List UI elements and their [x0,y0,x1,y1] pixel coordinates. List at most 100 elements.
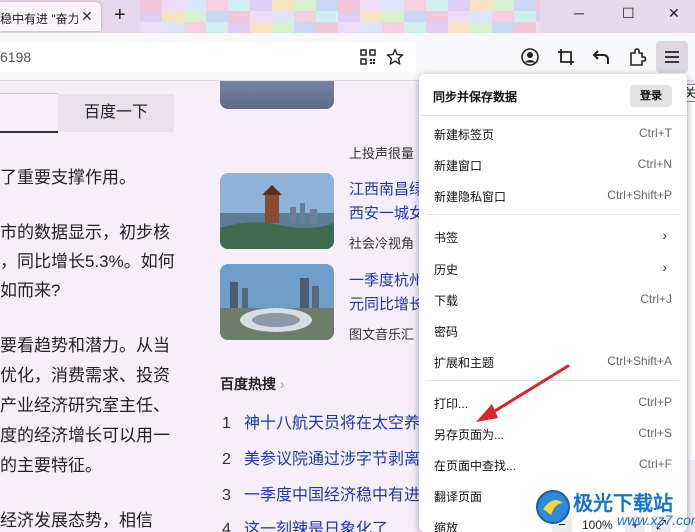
menu-item-history[interactable]: 历史 › [419,254,687,282]
hot-item[interactable]: 3 一季度中国经济稳中有进 [222,481,420,505]
app-menu-button[interactable] [656,41,688,73]
mosaic-tile [228,11,250,22]
menu-item-new-window[interactable]: 新建窗口 Ctrl+N [419,150,687,178]
account-icon[interactable] [520,47,540,67]
menu-item-save-page-as[interactable]: 另存页面为... Ctrl+S [419,419,687,447]
mosaic-tile [294,11,316,22]
news-source[interactable]: 上投声很量 [349,143,414,162]
mosaic-tile [514,0,536,11]
hot-item[interactable]: 4 这一刻辣是日象化了 [222,515,388,532]
mosaic-tile [162,22,184,33]
mosaic-tile [470,0,492,11]
mosaic-tile [294,0,316,11]
mosaic-tile [206,22,228,33]
menu-item-new-private-window[interactable]: 新建隐私窗口 Ctrl+Shift+P [419,181,687,209]
mosaic-tile [338,0,360,11]
bookmark-star-icon[interactable] [386,48,404,66]
mosaic-tile [272,0,294,11]
mosaic-tile [360,11,382,22]
news-title[interactable]: 元同比增长 [349,293,424,314]
news-thumbnail[interactable] [220,264,334,340]
mosaic-tile [404,11,426,22]
active-tab[interactable]: 稳中有进 "奋力 ✕ [0,2,101,31]
login-button[interactable]: 登录 [630,85,672,107]
mosaic-tile [382,0,404,11]
tab-strip-background [140,0,540,33]
article-line: 度的经济增长可以用一 [0,426,170,445]
menu-item-label: 新建隐私窗口 [434,190,507,204]
close-window-button[interactable]: ✕ [668,5,680,22]
mosaic-tile [272,22,294,33]
hot-item-text: 神十八航天员将在太空养 [244,415,421,432]
tab-close-icon[interactable]: ✕ [81,8,93,25]
menu-item-bookmarks[interactable]: 书签 › [419,222,687,250]
new-tab-button[interactable]: + [114,4,126,27]
menu-item-label: 历史 [434,263,459,277]
chevron-right-icon: › [662,227,667,243]
search-button[interactable]: 百度一下 [58,94,174,132]
news-title[interactable]: 江西南昌绿 [349,178,424,199]
hamburger-menu-icon [665,51,679,63]
menu-item-print[interactable]: 打印... Ctrl+P [419,388,687,416]
hot-rank: 4 [222,521,231,532]
hot-item[interactable]: 2 美参议院通过涉字节剥离 [222,445,420,469]
news-thumbnail[interactable] [220,173,334,249]
menu-item-shortcut: Ctrl+Shift+A [607,354,672,368]
mosaic-tile [294,22,316,33]
tab-title: 稳中有进 "奋力 [0,12,78,26]
menu-item-downloads[interactable]: 下载 Ctrl+J [419,285,687,313]
mosaic-tile [316,11,338,22]
extensions-icon[interactable] [627,47,647,67]
news-title[interactable]: 一季度杭州 [349,269,424,290]
menu-item-shortcut: Ctrl+J [640,292,672,306]
menu-item-find-in-page[interactable]: 在页面中查找... Ctrl+F [419,450,687,478]
watermark-logo: 极光下载站 www.xz7.com [535,487,695,532]
chevron-right-icon: › [279,376,285,392]
menu-item-new-tab[interactable]: 新建标签页 Ctrl+T [419,119,687,147]
address-text: 6198 [0,49,32,65]
mosaic-tile [228,0,250,11]
mosaic-tile [184,22,206,33]
mosaic-tile [470,22,492,33]
mosaic-tile [514,11,536,22]
news-source[interactable]: 社会冷视角 [349,233,414,252]
menu-item-label: 在页面中查找... [434,459,517,473]
menu-item-shortcut: Ctrl+F [639,457,672,471]
hot-rank: 3 [222,487,231,504]
qr-code-icon[interactable] [359,48,377,66]
mosaic-tile [426,22,448,33]
menu-item-passwords[interactable]: 密码 [419,316,687,344]
minimize-button[interactable]: ─ [574,5,584,21]
menu-item-addons-themes[interactable]: 扩展和主题 Ctrl+Shift+A [419,347,687,375]
address-bar[interactable]: 6198 [0,42,416,72]
mosaic-tile [162,11,184,22]
mosaic-tile [448,11,470,22]
chevron-right-icon: › [662,259,667,275]
mosaic-tile [404,22,426,33]
mosaic-tile [536,11,540,22]
news-thumbnail[interactable] [220,81,334,109]
search-input[interactable] [0,93,58,133]
mosaic-tile [316,22,338,33]
screenshot-crop-icon[interactable] [556,47,576,67]
watermark-url: www.xz7.com [617,512,695,528]
mosaic-tile [140,11,162,22]
news-title[interactable]: 西安一城女 [349,202,424,223]
menu-item-label: 打印... [434,397,469,411]
hot-item-text: 这一刻辣是日象化了 [244,521,389,532]
hot-item[interactable]: 1 神十八航天员将在太空养 [222,409,420,433]
mosaic-tile [140,0,162,11]
undo-icon[interactable] [591,47,611,67]
mosaic-tile [514,22,536,33]
article-line: 产业经济研究室主任、 [0,396,170,415]
menu-item-label: 另存页面为... [434,428,505,442]
mosaic-tile [162,0,184,11]
mosaic-tile [492,0,514,11]
maximize-button[interactable]: ☐ [622,5,635,22]
sync-label: 同步并保存数据 [433,90,518,104]
news-source[interactable]: 图文音乐汇 [349,324,414,343]
article-line: 要看趋势和潜力。从当 [0,336,170,355]
hot-search-heading[interactable]: 百度热搜 › [220,374,285,394]
menu-item-shortcut: Ctrl+S [638,426,672,440]
mosaic-tile [382,22,404,33]
